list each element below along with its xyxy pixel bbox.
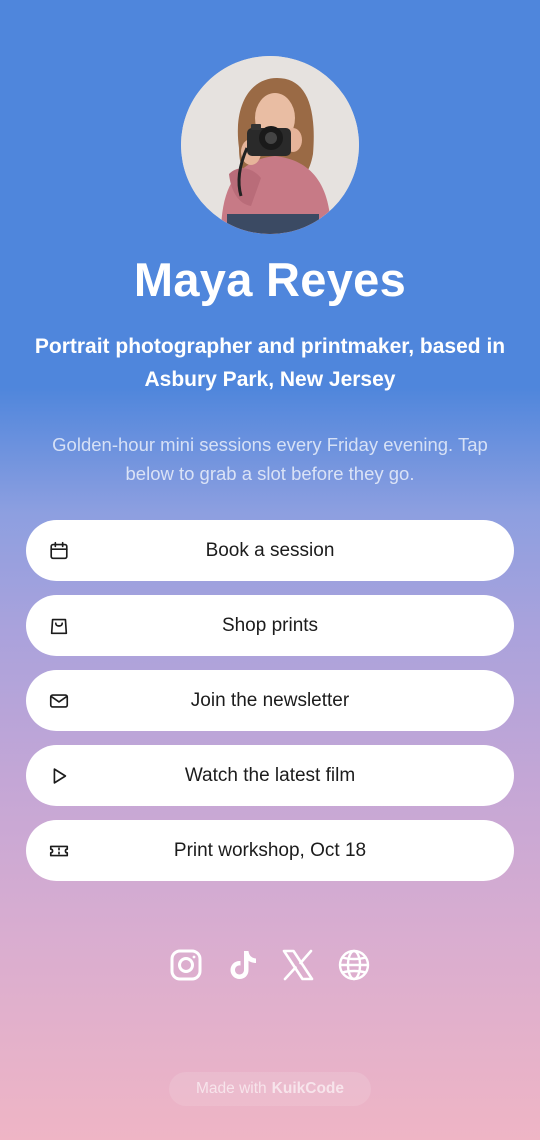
made-with-badge[interactable]: Made with KuikCode (169, 1072, 371, 1106)
profile-note: Golden-hour mini sessions every Friday e… (52, 434, 488, 484)
link-label: Print workshop, Oct 18 (173, 839, 367, 861)
link-in-bio-page: Maya Reyes Portrait photographer and pri… (0, 0, 540, 1140)
shopping-bag-icon (48, 615, 70, 637)
link-label: Shop prints (221, 614, 319, 636)
instagram-link[interactable] (169, 948, 203, 982)
link-book-session[interactable]: Book a session (26, 520, 514, 581)
ticket-icon (48, 840, 70, 862)
link-newsletter[interactable]: Join the newsletter (26, 670, 514, 731)
link-workshop[interactable]: Print workshop, Oct 18 (26, 820, 514, 881)
link-label: Watch the latest film (184, 764, 356, 786)
profile-photo (181, 56, 359, 234)
tiktok-link[interactable] (225, 948, 259, 982)
play-icon (48, 765, 70, 787)
avatar (181, 56, 359, 234)
globe-icon (338, 949, 370, 981)
footer-brand: KuikCode (271, 1080, 344, 1097)
profile-bio: Portrait photographer and printmaker, ba… (34, 335, 506, 391)
link-label: Book a session (205, 539, 335, 561)
footer-prefix: Made with (196, 1080, 267, 1097)
link-shop-prints[interactable]: Shop prints (26, 595, 514, 656)
profile-name: Maya Reyes (133, 253, 407, 306)
instagram-icon (170, 949, 202, 981)
mail-icon (48, 690, 70, 712)
tiktok-icon (230, 951, 256, 979)
calendar-icon (48, 540, 70, 562)
x-link[interactable] (281, 948, 315, 982)
x-icon (282, 949, 314, 981)
website-link[interactable] (337, 948, 371, 982)
link-label: Join the newsletter (190, 689, 350, 711)
link-list: Book a session Shop prints Join the news… (26, 520, 514, 895)
link-watch-film[interactable]: Watch the latest film (26, 745, 514, 806)
social-links (0, 948, 540, 982)
